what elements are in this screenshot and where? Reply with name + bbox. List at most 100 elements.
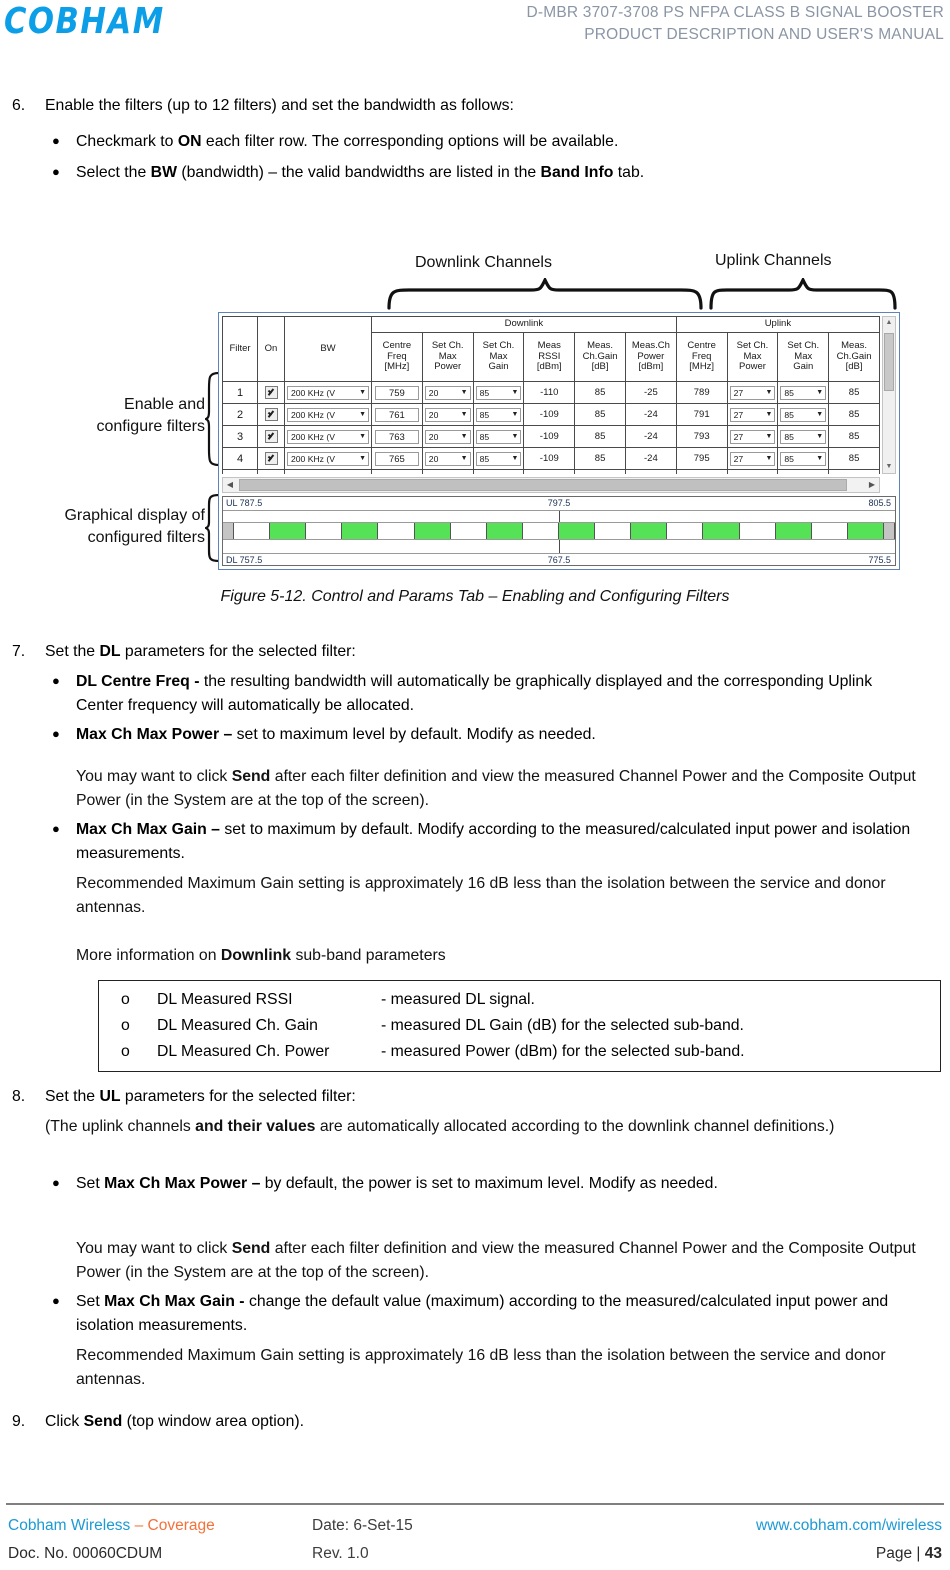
cell-filter-on[interactable] <box>257 403 285 426</box>
band-cell-edge <box>883 523 895 539</box>
bw-dropdown[interactable]: 200 KHz (V▼ <box>287 451 369 466</box>
dl-centre-freq-input[interactable]: 759 <box>375 385 419 400</box>
callout-graphical-display: Graphical display of configured filters <box>64 507 205 546</box>
footer-row-1: Cobham Wireless – Coverage Date: 6-Set-1… <box>0 1512 950 1540</box>
cell-ul-set-max-power[interactable]: 27▼ <box>726 403 779 426</box>
col-header-dl-set-max-power: Set Ch. Max Power <box>421 332 474 382</box>
cell-dl-centre-freq[interactable]: 761 <box>371 403 423 426</box>
cell-dl-centre-freq[interactable]: 759 <box>371 381 423 404</box>
dl-centre-freq-input[interactable]: 761 <box>375 407 419 422</box>
scroll-up-icon[interactable]: ▲ <box>883 317 895 329</box>
olist-desc: - measured Power (dBm) for the selected … <box>381 1043 745 1060</box>
cell-dl-set-max-power[interactable]: 20▼ <box>421 381 474 404</box>
downlink-params-box: o DL Measured RSSI - measured DL signal.… <box>98 980 941 1072</box>
scroll-left-icon[interactable]: ◀ <box>223 478 237 492</box>
cell-dl-set-max-gain[interactable]: 85▼ <box>472 469 525 474</box>
cell-dl-set-max-power[interactable]: 20▼ <box>421 425 474 448</box>
cell-ul-meas-ch-gain: 85 <box>828 425 880 448</box>
ul-max-gain-dropdown[interactable]: 85▼ <box>780 385 827 400</box>
cell-ul-set-max-power[interactable]: 27▼ <box>726 381 779 404</box>
cell-filter-on[interactable] <box>257 469 285 474</box>
footer-page: Page | 43 <box>875 1545 942 1562</box>
cell-dl-set-max-power[interactable]: 20▼ <box>421 469 474 474</box>
scroll-thumb[interactable] <box>884 333 894 391</box>
ul-max-gain-dropdown[interactable]: 85▼ <box>780 407 827 422</box>
dl-centre-label: 767.5 <box>547 555 571 565</box>
scroll-right-icon[interactable]: ▶ <box>865 478 879 492</box>
cell-dl-set-max-power[interactable]: 20▼ <box>421 447 474 470</box>
filter-on-checkbox[interactable] <box>264 386 278 399</box>
ul-max-power-dropdown[interactable]: 27▼ <box>729 385 776 400</box>
cell-ul-set-max-power[interactable]: 27▼ <box>726 425 779 448</box>
band-plot <box>223 511 895 554</box>
grid-horizontal-scrollbar[interactable]: ◀ ▶ <box>222 477 880 493</box>
dl-max-power-dropdown[interactable]: 20▼ <box>424 473 471 474</box>
grid-vertical-scrollbar[interactable]: ▲ ▼ <box>882 316 896 474</box>
ul-max-gain-dropdown[interactable]: 85▼ <box>780 473 827 474</box>
dl-max-power-dropdown[interactable]: 20▼ <box>424 385 471 400</box>
cell-dl-centre-freq[interactable]: 763 <box>371 425 423 448</box>
dl-max-gain-dropdown[interactable]: 85▼ <box>475 429 522 444</box>
dl-max-gain-dropdown[interactable]: 85▼ <box>475 451 522 466</box>
cell-dl-centre-freq[interactable]: 767 <box>371 469 423 474</box>
filter-on-checkbox[interactable] <box>264 452 278 465</box>
step-7-paragraph-3: More information on Downlink sub-band pa… <box>76 947 446 964</box>
cell-filter-on[interactable] <box>257 425 285 448</box>
cell-ul-set-max-gain[interactable]: 85▼ <box>777 469 830 474</box>
ul-max-gain-dropdown[interactable]: 85▼ <box>780 451 827 466</box>
dl-centre-freq-input[interactable]: 765 <box>375 451 419 466</box>
ul-max-power-dropdown[interactable]: 27▼ <box>729 407 776 422</box>
dl-max-power-dropdown[interactable]: 20▼ <box>424 429 471 444</box>
cell-ul-set-max-power[interactable]: 27▼ <box>726 469 779 474</box>
dl-max-gain-dropdown[interactable]: 85▼ <box>475 407 522 422</box>
cell-dl-set-max-gain[interactable]: 85▼ <box>472 447 525 470</box>
bw-dropdown[interactable]: 200 KHz (V▼ <box>287 385 369 400</box>
cell-ul-set-max-gain[interactable]: 85▼ <box>777 381 830 404</box>
bw-dropdown[interactable]: 200 KHz (V▼ <box>287 473 369 474</box>
cell-bw[interactable]: 200 KHz (V▼ <box>284 381 372 404</box>
dl-max-gain-dropdown[interactable]: 85▼ <box>475 385 522 400</box>
cell-dl-set-max-power[interactable]: 20▼ <box>421 403 474 426</box>
step-8-bullet-1: ● Set Max Ch Max Power – by default, the… <box>52 1172 902 1196</box>
cell-bw[interactable]: 200 KHz (V▼ <box>284 447 372 470</box>
scroll-down-icon[interactable]: ▼ <box>883 461 895 473</box>
cell-bw[interactable]: 200 KHz (V▼ <box>284 425 372 448</box>
ul-max-power-dropdown[interactable]: 27▼ <box>729 429 776 444</box>
ul-max-power-dropdown[interactable]: 27▼ <box>729 473 776 474</box>
cell-dl-meas-rssi: -109 <box>523 425 576 448</box>
bw-dropdown[interactable]: 200 KHz (V▼ <box>287 407 369 422</box>
col-header-ul-centre-freq: Centre Freq [MHz] <box>675 332 728 382</box>
cell-dl-meas-ch-gain: 85 <box>574 447 626 470</box>
scroll-thumb[interactable] <box>239 479 847 491</box>
bw-dropdown[interactable]: 200 KHz (V▼ <box>287 429 369 444</box>
cell-bw[interactable]: 200 KHz (V▼ <box>284 469 372 474</box>
dl-max-gain-dropdown[interactable]: 85▼ <box>475 473 522 474</box>
dl-max-power-dropdown[interactable]: 20▼ <box>424 451 471 466</box>
band-cell-inactive <box>378 523 415 539</box>
band-cell-inactive <box>450 523 487 539</box>
cell-dl-set-max-gain[interactable]: 85▼ <box>472 425 525 448</box>
cell-dl-set-max-gain[interactable]: 85▼ <box>472 403 525 426</box>
filter-on-checkbox[interactable] <box>264 430 278 443</box>
cell-ul-set-max-gain[interactable]: 85▼ <box>777 403 830 426</box>
step-7-paragraph-1: You may want to click Send after each fi… <box>76 768 916 809</box>
cell-ul-set-max-gain[interactable]: 85▼ <box>777 447 830 470</box>
cell-dl-centre-freq[interactable]: 765 <box>371 447 423 470</box>
dl-centre-freq-input[interactable]: 763 <box>375 429 419 444</box>
cell-filter-on[interactable] <box>257 381 285 404</box>
dl-centre-freq-input[interactable]: 767 <box>375 473 419 474</box>
cell-bw[interactable]: 200 KHz (V▼ <box>284 403 372 426</box>
brace-uplink-icon <box>707 278 899 310</box>
ul-max-power-dropdown[interactable]: 27▼ <box>729 451 776 466</box>
cell-dl-set-max-gain[interactable]: 85▼ <box>472 381 525 404</box>
ul-max-gain-dropdown[interactable]: 85▼ <box>780 429 827 444</box>
cell-filter-on[interactable] <box>257 447 285 470</box>
footer-website-link[interactable]: www.cobham.com/wireless <box>756 1512 942 1540</box>
cell-ul-set-max-gain[interactable]: 85▼ <box>777 425 830 448</box>
cell-ul-set-max-power[interactable]: 27▼ <box>726 447 779 470</box>
dl-left-label: DL 757.5 <box>226 555 263 565</box>
dl-max-power-dropdown[interactable]: 20▼ <box>424 407 471 422</box>
step-7-bullet-2-text: Max Ch Max Power – set to maximum level … <box>76 726 596 743</box>
filter-on-checkbox[interactable] <box>264 408 278 421</box>
footer-doc-number: Doc. No. 00060CDUM <box>8 1545 163 1562</box>
